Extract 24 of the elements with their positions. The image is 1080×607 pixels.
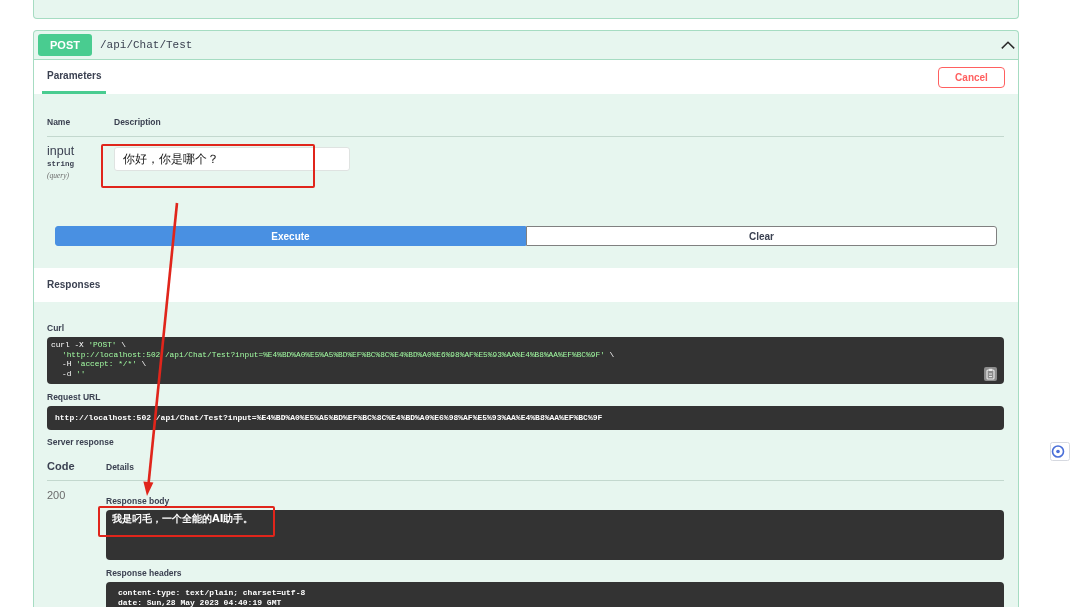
section-title: Responses (47, 278, 101, 292)
column-header: Description (114, 116, 161, 129)
method-badge: POST (38, 34, 92, 56)
copy-icon[interactable] (984, 367, 997, 381)
parameter-name: input (47, 144, 75, 158)
input-field[interactable]: 你好，你是哪个？ (114, 147, 350, 171)
column-header: Code (47, 459, 76, 473)
section-label: Request URL (47, 391, 102, 403)
field-label: Response headers (106, 567, 183, 579)
endpoint-path: /api/Chat/Test (100, 38, 193, 52)
chevron-up-icon[interactable] (1001, 41, 1015, 49)
header-line: content-type: text/plain; charset=utf-8 (118, 588, 307, 598)
section-label: Curl (47, 322, 65, 334)
request-url: http://localhost:502 /api/Chat/Test?input=%E4%BD%A0%E5%A5%BD%EF%BC%8C%E4%BD%A0%E6%98%AF%E5%93%AA%E4%B8%AA%EF%BC%9F (55, 412, 603, 424)
status-code: 200 (47, 488, 67, 502)
ring-icon[interactable] (1050, 442, 1070, 461)
tab[interactable]: Parameters (42, 60, 107, 94)
clear-button[interactable]: Clear (526, 226, 997, 246)
section-label: Server response (47, 436, 115, 448)
column-header: Name (47, 116, 72, 129)
column-header: Details (106, 461, 134, 473)
response-body-text: 我是叼毛，一个全能的AI助手。 (112, 514, 255, 524)
field-label: Response body (106, 495, 171, 507)
header-line: date: Sun,28 May 2023 04:40:19 GMT (118, 597, 283, 607)
